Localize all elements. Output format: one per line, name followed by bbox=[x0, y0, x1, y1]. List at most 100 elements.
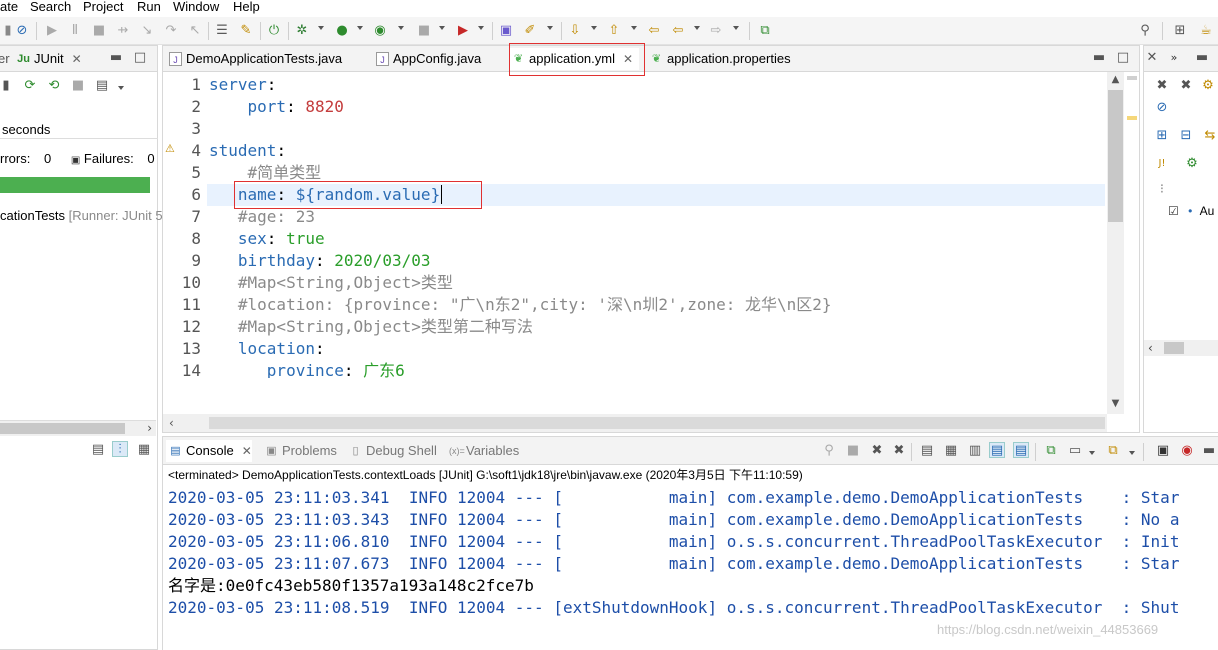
tab-package-explorer[interactable]: er bbox=[0, 48, 10, 70]
open-type-dropdown-icon[interactable] bbox=[547, 26, 553, 30]
previous-annotation-icon[interactable]: ⇧ bbox=[606, 23, 622, 39]
link-console-icon[interactable]: ⚲ bbox=[821, 443, 837, 459]
java-perspective-icon[interactable]: ☕ bbox=[1198, 23, 1214, 39]
rerun-failed-icon[interactable]: ⟲ bbox=[46, 78, 62, 94]
scroll-right-icon[interactable]: › bbox=[147, 421, 152, 436]
test-history-icon[interactable]: ▤ bbox=[94, 78, 110, 94]
word-wrap-icon[interactable]: ▥ bbox=[967, 443, 983, 459]
scrollbar-thumb[interactable] bbox=[209, 417, 1105, 429]
open-console-dropdown-icon[interactable] bbox=[1129, 451, 1135, 455]
console-dropdown-icon[interactable] bbox=[1089, 451, 1095, 455]
open-perspective-icon[interactable]: ⊞ bbox=[1172, 23, 1188, 39]
test-tree-item[interactable]: cationTests [Runner: JUnit 5 bbox=[0, 208, 163, 223]
maximize-icon[interactable]: □ bbox=[132, 50, 148, 66]
stop-icon[interactable]: ■ bbox=[416, 23, 432, 39]
rerun-test-icon[interactable]: ⟳ bbox=[22, 78, 38, 94]
remove-all-icon[interactable]: ✖ bbox=[1178, 78, 1194, 94]
suspend-icon[interactable]: Ⅱ bbox=[67, 23, 83, 39]
collapse-icon[interactable]: ⊟ bbox=[1178, 128, 1194, 144]
step-into-icon[interactable]: ↘ bbox=[139, 23, 155, 39]
remove-launch-icon[interactable]: ✖ bbox=[869, 443, 885, 459]
sort-icon[interactable]: ⚙ bbox=[1184, 156, 1200, 172]
previous-annotation-dropdown-icon[interactable] bbox=[631, 26, 637, 30]
stop-dropdown-icon[interactable] bbox=[439, 26, 445, 30]
menu-project[interactable]: Project bbox=[83, 0, 123, 14]
back-dropdown-icon[interactable] bbox=[694, 26, 700, 30]
pin-console-icon[interactable]: ⧉ bbox=[1043, 443, 1059, 459]
more-views-icon[interactable]: » bbox=[1166, 50, 1182, 66]
terminate-console-icon[interactable]: ■ bbox=[845, 443, 861, 459]
step-over-icon[interactable]: ↷ bbox=[163, 23, 179, 39]
step-return-icon[interactable]: ↖ bbox=[187, 23, 203, 39]
resume-icon[interactable]: ▶ bbox=[44, 23, 60, 39]
debug-icon[interactable]: ✲ bbox=[294, 23, 310, 39]
menu-search[interactable]: Search bbox=[30, 0, 71, 14]
menu-help[interactable]: Help bbox=[233, 0, 260, 14]
last-edit-location-icon[interactable]: ⇦ bbox=[646, 23, 662, 39]
overview-ruler[interactable] bbox=[1125, 72, 1139, 414]
filter-icon[interactable]: J! bbox=[1154, 156, 1170, 172]
stop-test-icon[interactable]: ■ bbox=[70, 78, 86, 94]
compare-result-icon[interactable]: ▤ bbox=[90, 442, 106, 458]
expand-all-icon[interactable]: ⊞ bbox=[1154, 128, 1170, 144]
scroll-left-icon[interactable]: ‹ bbox=[1148, 340, 1153, 356]
disconnect-icon[interactable]: ⇸ bbox=[115, 23, 131, 39]
run-icon[interactable]: ● bbox=[334, 23, 350, 39]
minimize-icon[interactable]: ▬ bbox=[1194, 50, 1210, 66]
horizontal-scrollbar[interactable]: ‹ bbox=[1144, 340, 1218, 356]
scrollbar-thumb[interactable] bbox=[1108, 90, 1123, 222]
tab-problems[interactable]: ▣ Problems bbox=[262, 440, 337, 462]
tab-app-config[interactable]: J AppConfig.java bbox=[373, 48, 481, 70]
open-console-icon[interactable]: ⧉ bbox=[1105, 443, 1121, 459]
tab-demo-application-tests[interactable]: J DemoApplicationTests.java bbox=[166, 48, 342, 70]
minimize-icon[interactable]: ▬ bbox=[108, 50, 124, 66]
tab-debug-shell[interactable]: ▯ Debug Shell bbox=[346, 440, 436, 462]
scrollbar-thumb[interactable] bbox=[1164, 342, 1184, 354]
maximize-icon[interactable]: □ bbox=[1115, 50, 1131, 66]
history-icon[interactable]: ▣ bbox=[1155, 443, 1171, 459]
toggle-mark-icon[interactable]: ✎ bbox=[238, 23, 254, 39]
show-on-output-icon[interactable]: ▤ bbox=[989, 442, 1005, 458]
collapse-all-icon[interactable]: ✖ bbox=[1154, 78, 1170, 94]
code-editor[interactable]: server: port: 8820 student: #简单类型 name: $… bbox=[207, 72, 1105, 378]
view-menu-icon[interactable]: ▬ bbox=[1201, 443, 1217, 459]
menu-window[interactable]: Window bbox=[173, 0, 219, 14]
scroll-left-icon[interactable]: ‹ bbox=[169, 414, 174, 432]
search-icon[interactable]: ⚲ bbox=[1137, 23, 1153, 39]
terminate-icon[interactable]: ■ bbox=[91, 23, 107, 39]
link-icon[interactable]: ⚙ bbox=[1200, 78, 1216, 94]
close-icon[interactable]: ✕ bbox=[72, 48, 82, 70]
remove-all-launches-icon[interactable]: ✖ bbox=[891, 443, 907, 459]
forward-icon[interactable]: ⇨ bbox=[708, 23, 724, 39]
use-step-filters-icon[interactable]: ☰ bbox=[214, 23, 230, 39]
display-selected-console-icon[interactable]: ▭ bbox=[1067, 443, 1083, 459]
coverage-dropdown-icon[interactable] bbox=[398, 26, 404, 30]
external-tools-dropdown-icon[interactable] bbox=[478, 26, 484, 30]
filter-stack-icon[interactable]: ⫶ bbox=[112, 441, 128, 457]
show-on-error-icon[interactable]: ▤ bbox=[1013, 442, 1029, 458]
external-tools-icon[interactable]: ▶ bbox=[455, 23, 471, 39]
ant-icon[interactable]: ◉ bbox=[1179, 443, 1195, 459]
tab-variables[interactable]: (x)= Variables bbox=[446, 440, 519, 462]
copy-trace-icon[interactable]: ▦ bbox=[136, 442, 152, 458]
pin-editor-icon[interactable]: ⧉ bbox=[757, 23, 773, 39]
open-type-icon[interactable]: ✐ bbox=[522, 23, 538, 39]
tab-junit[interactable]: Ju JUnit ✕ bbox=[14, 48, 82, 70]
clear-console-icon[interactable]: ▤ bbox=[919, 443, 935, 459]
minimize-icon[interactable]: ▬ bbox=[1091, 50, 1107, 66]
spring-boot-dashboard-icon[interactable]: ⏻ bbox=[266, 23, 282, 39]
horizontal-scrollbar[interactable]: › bbox=[0, 420, 156, 436]
close-icon[interactable]: ✕ bbox=[1144, 50, 1160, 66]
new-java-project-icon[interactable]: ▣ bbox=[498, 23, 514, 39]
tab-console[interactable]: ▤ Console ✕ bbox=[166, 440, 252, 462]
menu-run[interactable]: Run bbox=[137, 0, 161, 14]
next-annotation-icon[interactable]: ⇩ bbox=[567, 23, 583, 39]
scrollbar-thumb[interactable] bbox=[0, 423, 125, 434]
checkbox-icon[interactable]: ☑ bbox=[1168, 204, 1179, 218]
forward-dropdown-icon[interactable] bbox=[733, 26, 739, 30]
next-annotation-dropdown-icon[interactable] bbox=[591, 26, 597, 30]
skip-breakpoints-icon[interactable]: ⊘ bbox=[14, 23, 30, 39]
scroll-lock-icon[interactable]: ▦ bbox=[943, 443, 959, 459]
debug-dropdown-icon[interactable] bbox=[318, 26, 324, 30]
warning-marker-icon[interactable]: ⚠ bbox=[165, 142, 175, 155]
